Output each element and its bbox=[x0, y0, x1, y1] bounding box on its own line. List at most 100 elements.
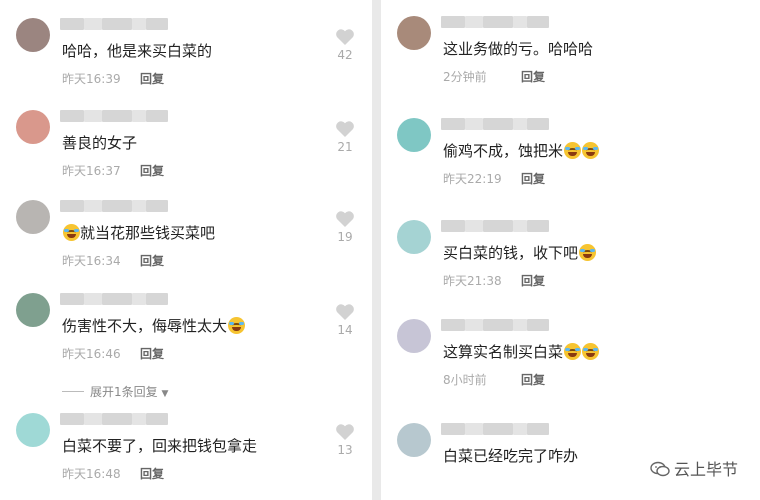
comment-text: 偷鸡不成，蚀把米 bbox=[443, 140, 600, 161]
reply-button[interactable]: 回复 bbox=[140, 465, 164, 482]
username-mosaic bbox=[132, 413, 146, 425]
triangle-down-icon: ▼ bbox=[161, 389, 169, 399]
comment-item: 这算实名制买白菜 8小时前 回复 bbox=[381, 315, 760, 410]
avatar[interactable] bbox=[16, 110, 50, 144]
username-mosaic bbox=[465, 16, 483, 28]
comment-text: 白菜不要了，回来把钱包拿走 bbox=[62, 435, 257, 456]
avatar[interactable] bbox=[397, 423, 431, 457]
comment-item: 就当花那些钱买菜吧 昨天16:34 回复 19 bbox=[0, 196, 372, 291]
username-mosaic bbox=[84, 110, 102, 122]
username-mosaic bbox=[513, 220, 527, 232]
comment-time: 昨天16:39 bbox=[62, 72, 121, 86]
username-mosaic bbox=[465, 220, 483, 232]
avatar[interactable] bbox=[397, 220, 431, 254]
wechat-logo-icon bbox=[650, 461, 670, 477]
username-mosaic bbox=[465, 118, 483, 130]
username-mosaic bbox=[132, 293, 146, 305]
comment-item: 哈哈，他是来买白菜的昨天16:39 回复 42 bbox=[0, 14, 372, 109]
comment-text-content: 白菜不要了，回来把钱包拿走 bbox=[62, 437, 258, 455]
avatar[interactable] bbox=[16, 413, 50, 447]
username-mosaic bbox=[441, 319, 465, 331]
comment-item: 白菜不要了，回来把钱包拿走 昨天16:48 回复 13 bbox=[0, 409, 372, 500]
username-mosaic bbox=[132, 110, 146, 122]
avatar[interactable] bbox=[16, 200, 50, 234]
username-mosaic bbox=[60, 110, 84, 122]
username-mosaic bbox=[60, 200, 84, 212]
like-count: 13 bbox=[337, 443, 353, 457]
reply-button[interactable]: 回复 bbox=[521, 272, 545, 289]
comment-item: 这业务做的亏。哈哈哈 2分钟前 回复 bbox=[381, 12, 760, 107]
username-mosaic bbox=[60, 18, 84, 30]
laughing-tears-emoji bbox=[564, 142, 582, 159]
username-mosaic bbox=[102, 200, 132, 212]
reply-button[interactable]: 回复 bbox=[140, 162, 164, 179]
laughing-tears-emoji bbox=[228, 317, 246, 334]
expand-replies-link[interactable]: 展开1条回复 ▼ bbox=[62, 383, 168, 400]
username-mosaic bbox=[513, 319, 527, 331]
avatar[interactable] bbox=[397, 319, 431, 353]
reply-button[interactable]: 回复 bbox=[140, 252, 164, 269]
comment-text: 哈哈，他是来买白菜的 bbox=[62, 40, 212, 61]
laughing-tears-emoji bbox=[63, 224, 80, 241]
username-mosaic bbox=[102, 413, 132, 425]
like-button[interactable]: 42 bbox=[332, 28, 358, 62]
divider-line bbox=[62, 391, 84, 392]
comment-item: 偷鸡不成，蚀把米昨天22:19 回复 bbox=[381, 114, 760, 209]
heart-icon bbox=[336, 121, 354, 137]
reply-button[interactable]: 回复 bbox=[521, 170, 545, 187]
comment-text-content: 哈哈，他是来买白菜的 bbox=[62, 42, 213, 60]
reply-button[interactable]: 回复 bbox=[140, 70, 164, 87]
watermark-text: 云上毕节 bbox=[673, 460, 738, 479]
like-count: 21 bbox=[337, 140, 353, 154]
avatar[interactable] bbox=[16, 293, 50, 327]
like-count: 42 bbox=[337, 48, 353, 62]
left-comment-panel: 哈哈，他是来买白菜的昨天16:39 回复 42 善良的女子昨天16:37 回复 21 就当花… bbox=[0, 0, 372, 500]
username-mosaic bbox=[513, 423, 527, 435]
laughing-tears-emoji bbox=[582, 343, 600, 360]
username-mosaic bbox=[441, 423, 465, 435]
username-mosaic bbox=[84, 200, 102, 212]
username-mosaic bbox=[146, 200, 168, 212]
username-mosaic bbox=[60, 413, 84, 425]
right-comment-panel: 这业务做的亏。哈哈哈 2分钟前 回复 偷鸡不成，蚀把米 昨天22:19 回复 买白菜的钱，收… bbox=[381, 0, 760, 500]
comment-text: 就当花那些钱买菜吧 bbox=[62, 222, 215, 243]
laughing-tears-emoji bbox=[582, 142, 600, 159]
reply-button[interactable]: 回复 bbox=[521, 68, 545, 85]
username-mosaic bbox=[465, 319, 483, 331]
like-count: 14 bbox=[337, 323, 353, 337]
heart-icon bbox=[336, 29, 354, 45]
like-button[interactable]: 19 bbox=[332, 210, 358, 244]
avatar[interactable] bbox=[16, 18, 50, 52]
reply-button[interactable]: 回复 bbox=[140, 345, 164, 362]
comment-time: 昨天16:37 bbox=[62, 164, 121, 178]
like-button[interactable]: 21 bbox=[332, 120, 358, 154]
heart-icon bbox=[336, 304, 354, 320]
like-button[interactable]: 13 bbox=[332, 423, 358, 457]
avatar[interactable] bbox=[397, 16, 431, 50]
username-mosaic bbox=[441, 118, 465, 130]
like-button[interactable]: 14 bbox=[332, 303, 358, 337]
expand-replies-label: 展开1条回复 bbox=[90, 385, 158, 399]
reply-button[interactable]: 回复 bbox=[521, 371, 545, 388]
comment-text-content: 善良的女子 bbox=[62, 134, 138, 152]
comment-text-content: 买白菜的钱，收下吧 bbox=[443, 244, 579, 262]
comment-text: 白菜已经吃完了咋办 bbox=[443, 445, 578, 466]
comment-time: 昨天21:38 bbox=[443, 274, 502, 288]
comment-text: 这算实名制买白菜 bbox=[443, 341, 600, 362]
username-mosaic bbox=[146, 110, 168, 122]
comment-time: 8小时前 bbox=[443, 373, 487, 387]
avatar[interactable] bbox=[397, 118, 431, 152]
heart-icon bbox=[336, 424, 354, 440]
username-mosaic bbox=[527, 16, 549, 28]
comment-text-content: 偷鸡不成，蚀把米 bbox=[443, 142, 564, 160]
comment-time: 昨天22:19 bbox=[443, 172, 502, 186]
laughing-tears-emoji bbox=[564, 343, 582, 360]
username-mosaic bbox=[84, 18, 102, 30]
username-mosaic bbox=[102, 18, 132, 30]
username-mosaic bbox=[513, 16, 527, 28]
username-mosaic bbox=[527, 220, 549, 232]
username-mosaic bbox=[146, 413, 168, 425]
comment-text: 买白菜的钱，收下吧 bbox=[443, 242, 597, 263]
username-mosaic bbox=[527, 319, 549, 331]
comment-text-content: 这算实名制买白菜 bbox=[443, 343, 564, 361]
